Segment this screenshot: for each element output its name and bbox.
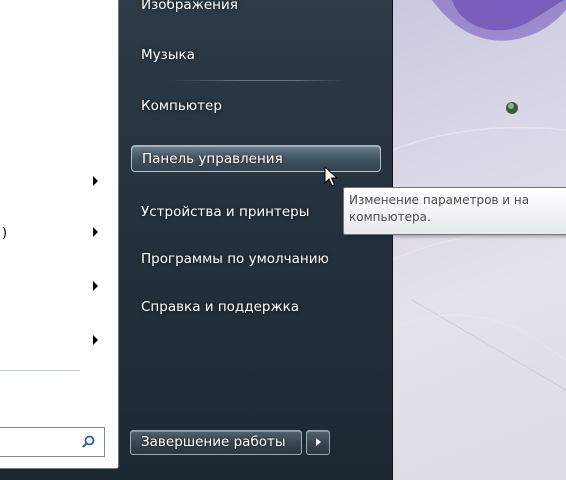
chevron-right-icon[interactable]	[93, 227, 98, 237]
chevron-right-icon[interactable]	[93, 335, 98, 345]
start-menu: ) Изображения Музыка Компьютер Панель уп…	[0, 0, 393, 480]
truncated-program-label[interactable]: )	[2, 226, 7, 241]
tooltip: Изменение параметров и на компьютера.	[343, 187, 566, 235]
menu-item-control-panel[interactable]: Панель управления	[131, 145, 381, 172]
shutdown-options-button[interactable]	[306, 430, 330, 455]
menu-item-help-support[interactable]: Справка и поддержка	[131, 294, 371, 321]
menu-item-computer[interactable]: Компьютер	[131, 93, 371, 120]
search-input[interactable]	[0, 427, 105, 457]
menu-item-music[interactable]: Музыка	[131, 42, 371, 69]
mouse-pointer-icon	[324, 166, 338, 187]
programs-pane: )	[0, 0, 119, 469]
divider	[170, 80, 345, 81]
menu-item-pictures[interactable]: Изображения	[131, 0, 371, 19]
menu-item-devices-printers[interactable]: Устройства и принтеры	[131, 199, 371, 226]
divider	[0, 370, 80, 371]
shutdown-button[interactable]: Завершение работы	[130, 430, 302, 455]
chevron-right-icon	[316, 438, 321, 446]
chevron-right-icon[interactable]	[93, 281, 98, 291]
chevron-right-icon[interactable]	[93, 176, 98, 186]
tooltip-line: компьютера.	[349, 210, 431, 224]
tooltip-line: Изменение параметров и на	[349, 193, 530, 207]
search-icon[interactable]	[82, 435, 95, 448]
desktop-wallpaper	[392, 0, 566, 480]
menu-item-default-programs[interactable]: Программы по умолчанию	[131, 246, 371, 273]
